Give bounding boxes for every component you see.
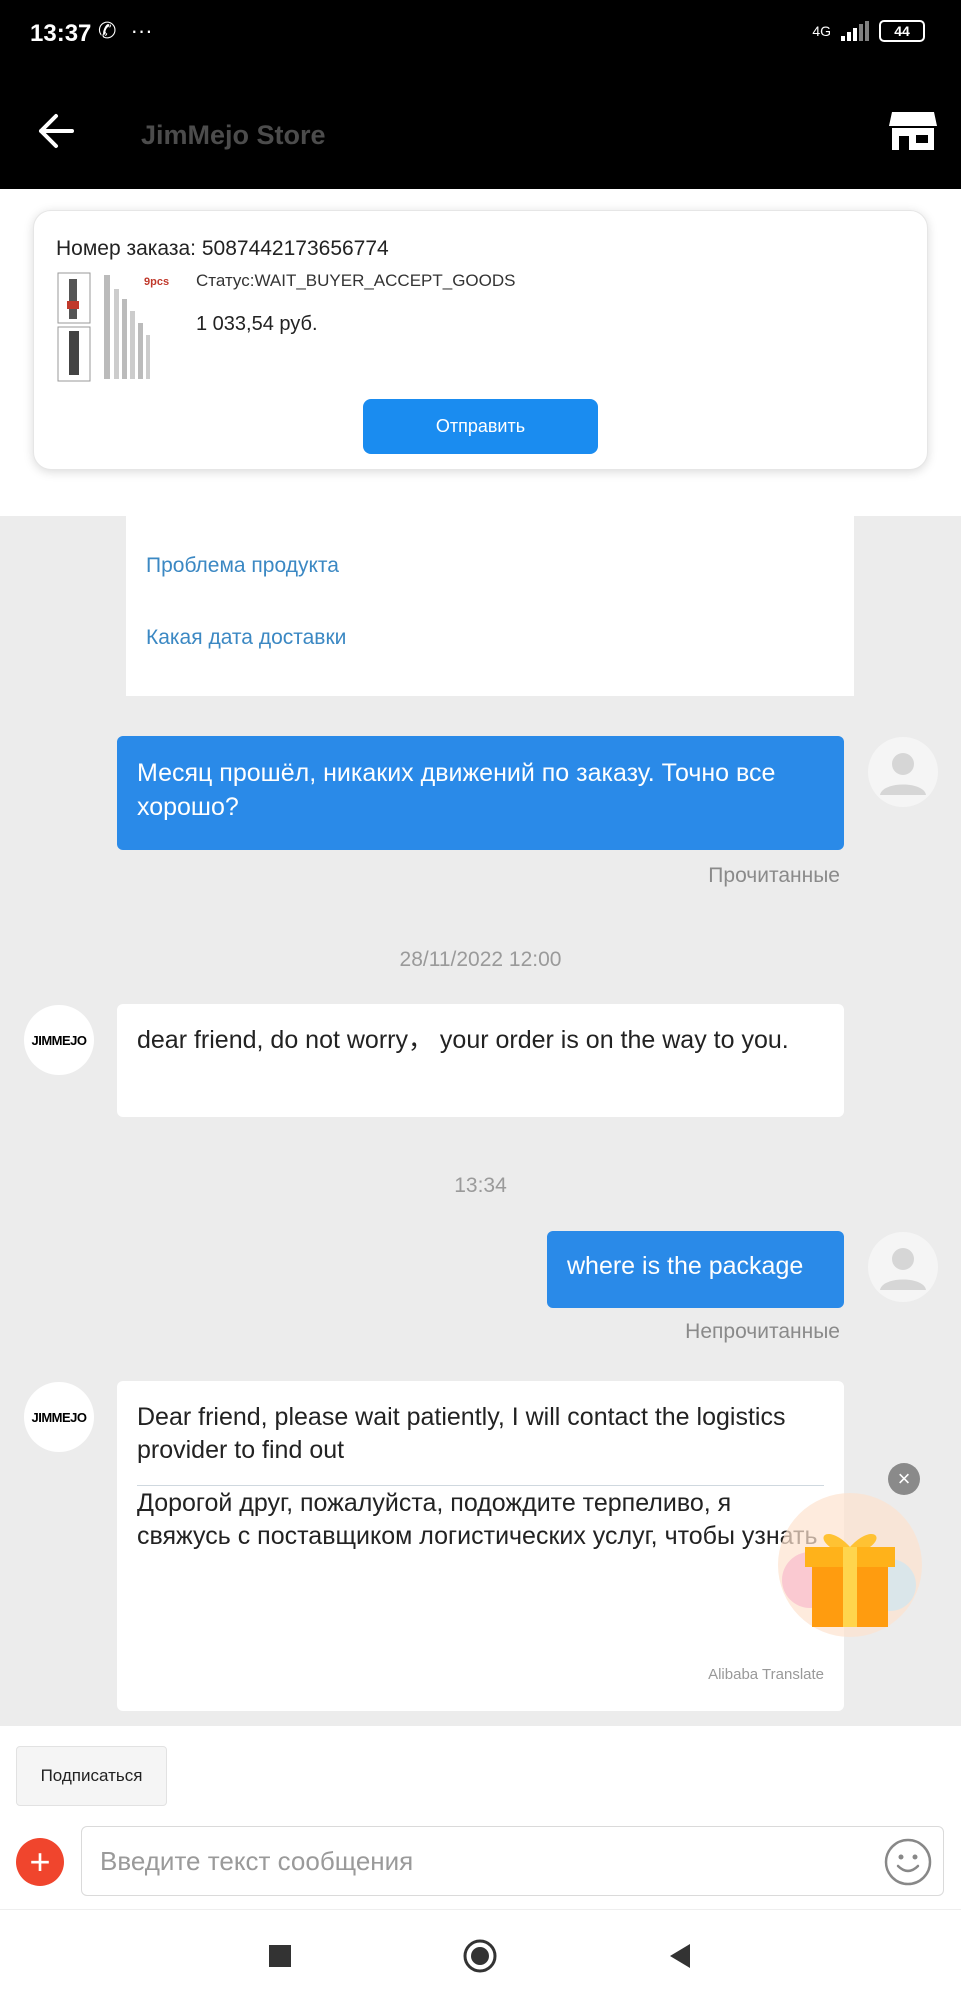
back-nav-icon[interactable]: [662, 1938, 698, 1974]
plus-icon: +: [29, 1841, 51, 1882]
network-type: 4G: [812, 23, 831, 39]
composer: Подписаться +: [0, 1726, 961, 1909]
emoji-icon[interactable]: [884, 1838, 932, 1886]
battery-icon: 44: [879, 20, 925, 42]
app-header: 13:37 ✆ ··· 4G 44 JimMejo Store: [0, 0, 961, 189]
subscribe-button[interactable]: Подписаться: [16, 1746, 167, 1806]
order-section: Номер заказа: 5087442173656774 9pcs Стат…: [0, 189, 961, 516]
message-incoming-translated[interactable]: Dear friend, please wait patiently, I wi…: [117, 1381, 844, 1711]
recent-apps-icon[interactable]: [262, 1938, 298, 1974]
notification-icons: ✆ ···: [98, 18, 153, 44]
store-avatar[interactable]: JIMMEJO: [24, 1382, 94, 1452]
translate-label: Alibaba Translate: [708, 1666, 824, 1683]
store-icon[interactable]: [888, 110, 938, 152]
quick-questions: Проблема продукта Какая дата доставки: [126, 516, 854, 696]
order-price: 1 033,54 руб.: [196, 313, 318, 335]
status-time: 13:37: [30, 20, 92, 47]
message-input[interactable]: [81, 1826, 944, 1896]
timestamp: 13:34: [454, 1174, 507, 1197]
order-card[interactable]: Номер заказа: 5087442173656774 9pcs Стат…: [33, 210, 928, 470]
back-arrow-icon[interactable]: [34, 110, 76, 152]
close-gift-button[interactable]: ×: [888, 1463, 920, 1495]
user-avatar[interactable]: [868, 737, 938, 807]
message-incoming[interactable]: dear friend, do not worry， your order is…: [117, 1004, 844, 1117]
more-dots-icon: ···: [130, 18, 153, 43]
read-status: Прочитанные: [708, 864, 840, 887]
timestamp: 28/11/2022 12:00: [399, 948, 562, 971]
home-icon[interactable]: [462, 1938, 498, 1974]
message-text: where is the package: [567, 1252, 804, 1280]
product-image[interactable]: 9pcs: [56, 271, 176, 383]
product-image-caption: 9pcs: [144, 276, 169, 288]
status-icons: 4G 44: [812, 20, 925, 42]
system-nav-bar: [0, 1909, 961, 2000]
store-avatar[interactable]: JIMMEJO: [24, 1005, 94, 1075]
send-order-button[interactable]: Отправить: [363, 399, 598, 454]
quick-question-delivery-date[interactable]: Какая дата доставки: [146, 626, 346, 650]
store-title[interactable]: JimMejo Store: [141, 120, 326, 151]
unread-status: Непрочитанные: [685, 1320, 840, 1343]
order-status: Статус:WAIT_BUYER_ACCEPT_GOODS: [196, 271, 516, 290]
close-icon: ×: [897, 1466, 911, 1491]
user-avatar-icon: [880, 753, 926, 795]
user-avatar[interactable]: [868, 1232, 938, 1302]
quick-question-product-problem[interactable]: Проблема продукта: [146, 554, 339, 578]
order-number: Номер заказа: 5087442173656774: [56, 237, 389, 260]
user-avatar-icon: [880, 1248, 926, 1290]
message-text: Dear friend, please wait patiently, I wi…: [137, 1403, 786, 1464]
message-text: Месяц прошёл, никаких движений по заказу…: [137, 759, 776, 821]
message-text: dear friend, do not worry， your order is…: [137, 1026, 789, 1054]
translation-divider: [137, 1485, 824, 1486]
gift-icon[interactable]: [770, 1485, 930, 1645]
add-attachment-button[interactable]: +: [16, 1838, 64, 1886]
message-outgoing[interactable]: Месяц прошёл, никаких движений по заказу…: [117, 736, 844, 850]
signal-icon: [841, 21, 869, 41]
message-translation: Дорогой друг, пожалуйста, подождите терп…: [137, 1489, 818, 1550]
message-outgoing[interactable]: where is the package: [547, 1231, 844, 1308]
whatsapp-icon: ✆: [98, 18, 117, 43]
